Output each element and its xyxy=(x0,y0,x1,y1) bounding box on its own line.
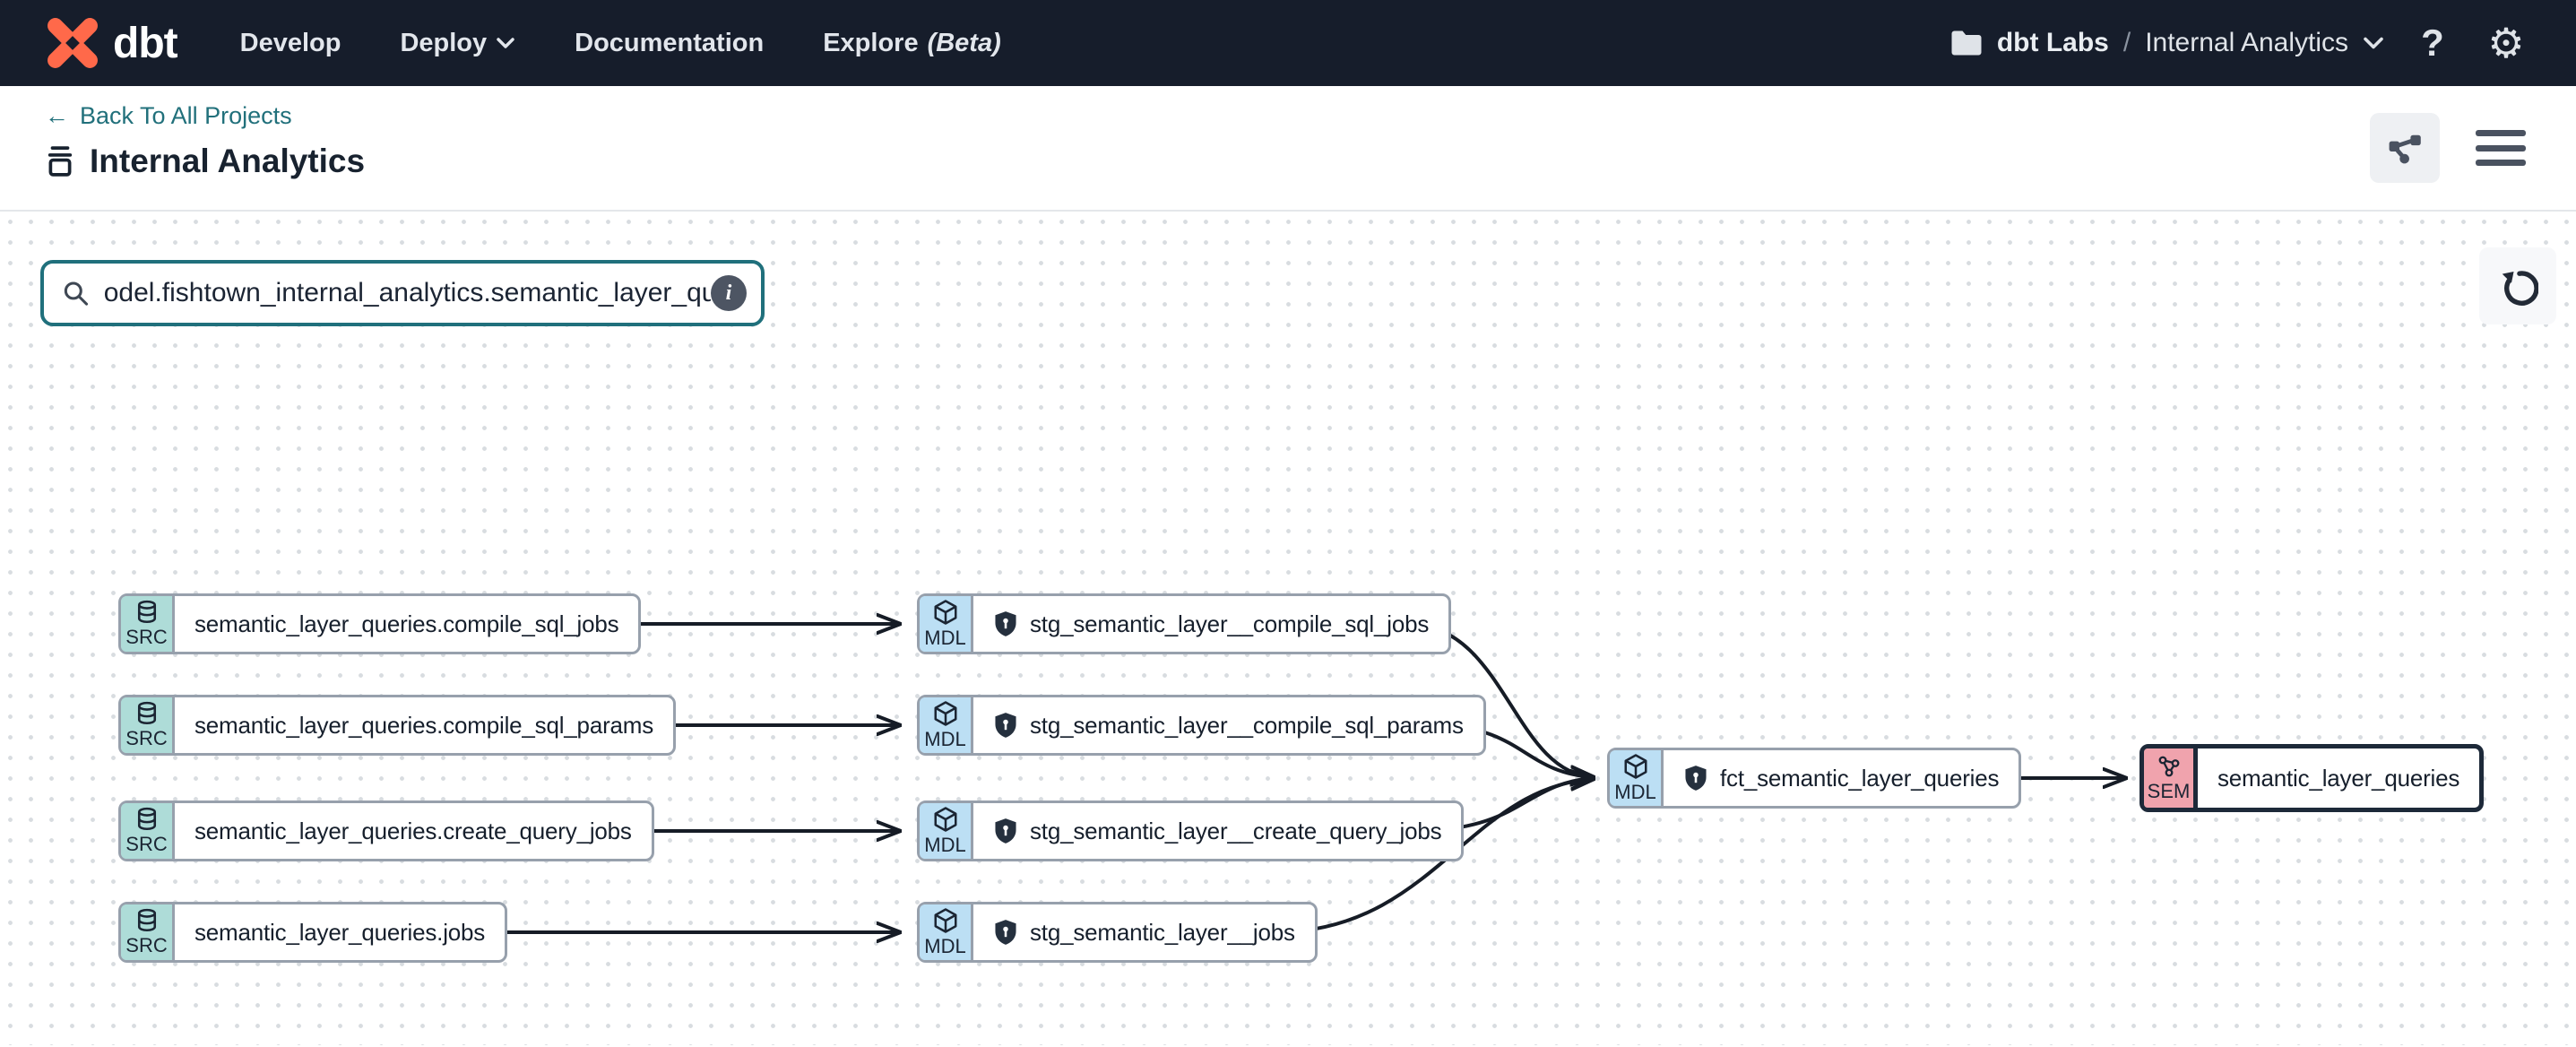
shield-icon xyxy=(993,818,1018,844)
cube-icon xyxy=(1621,753,1650,780)
breadcrumb-separator: / xyxy=(2123,28,2131,58)
dbt-logo-icon xyxy=(45,15,100,71)
project-name: Internal Analytics xyxy=(2145,28,2348,58)
brand-wordmark: dbt xyxy=(113,19,177,68)
chevron-down-icon xyxy=(2363,35,2384,51)
shield-icon xyxy=(993,610,1018,637)
node-fct-semantic-layer-queries[interactable]: MDL fct_semantic_layer_queries xyxy=(1607,748,2021,809)
dbt-logo[interactable]: dbt xyxy=(45,15,177,71)
navbar-right: dbt Labs / Internal Analytics ? ⚙ xyxy=(1950,18,2531,68)
project-icon xyxy=(45,144,75,178)
node-source-compile-sql-params[interactable]: SRC semantic_layer_queries.compile_sql_p… xyxy=(118,695,676,756)
node-label: stg_semantic_layer__create_query_jobs xyxy=(1030,818,1441,845)
help-icon: ? xyxy=(2421,22,2444,65)
database-icon xyxy=(134,701,160,726)
node-label: semantic_layer_queries.jobs xyxy=(194,919,485,947)
node-stg-compile-sql-params[interactable]: MDL stg_semantic_layer__compile_sql_para… xyxy=(917,695,1486,756)
mdl-badge: MDL xyxy=(920,803,973,859)
semantic-network-icon xyxy=(2156,754,2183,779)
src-badge: SRC xyxy=(121,803,175,859)
node-label: semantic_layer_queries.create_query_jobs xyxy=(194,818,632,845)
settings-button[interactable]: ⚙ xyxy=(2481,18,2531,68)
node-stg-jobs[interactable]: MDL stg_semantic_layer__jobs xyxy=(917,902,1318,963)
search-input[interactable]: odel.fishtown_internal_analytics.semanti… xyxy=(40,260,765,326)
hamburger-icon xyxy=(2476,130,2526,136)
menu-button[interactable] xyxy=(2476,128,2526,168)
node-label: fct_semantic_layer_queries xyxy=(1720,765,1999,792)
folder-icon xyxy=(1950,30,1983,56)
header-actions xyxy=(2370,113,2526,183)
src-badge: SRC xyxy=(121,697,175,753)
page-title-row: Internal Analytics xyxy=(45,143,2531,180)
database-icon xyxy=(134,600,160,625)
node-stg-compile-sql-jobs[interactable]: MDL stg_semantic_layer__compile_sql_jobs xyxy=(917,593,1451,654)
back-arrow-icon: ← xyxy=(45,102,69,130)
lineage-icon xyxy=(2385,128,2425,168)
shield-icon xyxy=(993,712,1018,739)
node-label: stg_semantic_layer__compile_sql_jobs xyxy=(1030,610,1429,638)
reset-icon xyxy=(2497,265,2538,307)
gear-icon: ⚙ xyxy=(2487,22,2524,64)
page-title: Internal Analytics xyxy=(90,143,365,180)
shield-icon xyxy=(1683,765,1708,792)
node-semantic-layer-queries[interactable]: SEM semantic_layer_queries xyxy=(2139,744,2484,812)
nav-item-documentation[interactable]: Documentation xyxy=(575,29,764,58)
cube-icon xyxy=(931,700,960,727)
beta-tag: (Beta) xyxy=(928,29,1001,58)
nav-item-develop[interactable]: Develop xyxy=(240,29,341,58)
search-value: odel.fishtown_internal_analytics.semanti… xyxy=(104,278,711,308)
top-navbar: dbt Develop Deploy Documentation Explore… xyxy=(0,0,2576,86)
sem-badge: SEM xyxy=(2144,748,2198,808)
info-icon[interactable]: i xyxy=(711,275,747,311)
database-icon xyxy=(134,807,160,832)
help-button[interactable]: ? xyxy=(2407,18,2458,68)
account-name: dbt Labs xyxy=(1997,28,2109,58)
search-icon xyxy=(62,278,90,308)
database-icon xyxy=(134,908,160,933)
src-badge: SRC xyxy=(121,596,175,652)
mdl-badge: MDL xyxy=(920,697,973,753)
mdl-badge: MDL xyxy=(1610,750,1664,806)
cube-icon xyxy=(931,907,960,934)
node-stg-create-query-jobs[interactable]: MDL stg_semantic_layer__create_query_job… xyxy=(917,800,1464,861)
chevron-down-icon xyxy=(496,36,515,50)
page-header: ← Back To All Projects Internal Analytic… xyxy=(0,86,2576,212)
node-label: stg_semantic_layer__jobs xyxy=(1030,919,1295,947)
cube-icon xyxy=(931,806,960,833)
breadcrumb[interactable]: dbt Labs / Internal Analytics xyxy=(1950,28,2384,58)
node-label: semantic_layer_queries xyxy=(2217,765,2459,792)
cube-icon xyxy=(931,599,960,626)
node-label: semantic_layer_queries.compile_sql_jobs xyxy=(194,610,618,638)
nav-item-explore[interactable]: Explore (Beta) xyxy=(823,29,1001,58)
lineage-canvas[interactable]: odel.fishtown_internal_analytics.semanti… xyxy=(0,212,2576,1045)
node-source-create-query-jobs[interactable]: SRC semantic_layer_queries.create_query_… xyxy=(118,800,654,861)
nav-item-deploy[interactable]: Deploy xyxy=(400,29,515,58)
node-label: semantic_layer_queries.compile_sql_param… xyxy=(194,712,653,740)
shield-icon xyxy=(993,919,1018,946)
reset-view-button[interactable] xyxy=(2479,247,2556,324)
lineage-view-button[interactable] xyxy=(2370,113,2440,183)
node-source-compile-sql-jobs[interactable]: SRC semantic_layer_queries.compile_sql_j… xyxy=(118,593,641,654)
nav-menu: Develop Deploy Documentation Explore (Be… xyxy=(240,29,1001,58)
node-label: stg_semantic_layer__compile_sql_params xyxy=(1030,712,1464,740)
back-to-projects-link[interactable]: ← Back To All Projects xyxy=(45,102,292,130)
mdl-badge: MDL xyxy=(920,904,973,960)
mdl-badge: MDL xyxy=(920,596,973,652)
src-badge: SRC xyxy=(121,904,175,960)
node-source-jobs[interactable]: SRC semantic_layer_queries.jobs xyxy=(118,902,507,963)
